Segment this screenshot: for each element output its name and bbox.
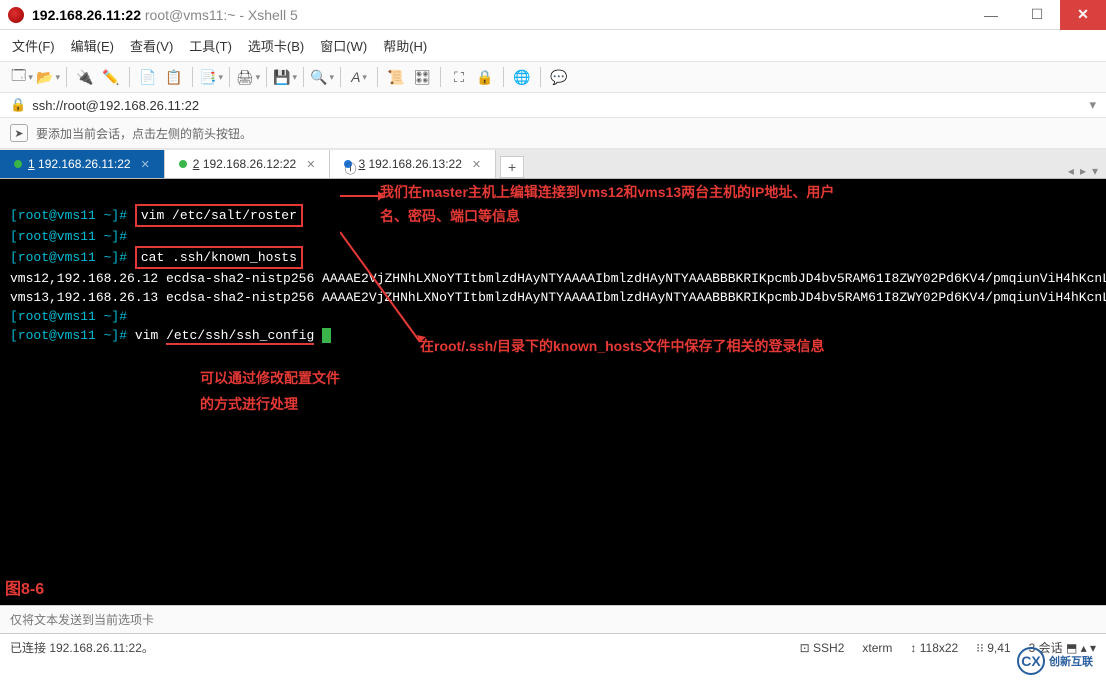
watermark-logo: CX 创新互联 <box>1010 643 1100 679</box>
new-session-icon[interactable]: 🗔 <box>10 66 34 88</box>
title-rest: root@vms11:~ - Xshell 5 <box>141 7 298 23</box>
hint-bar: ➤ 要添加当前会话，点击左侧的箭头按钮。 <box>0 118 1106 149</box>
properties-icon[interactable]: 📄 <box>136 66 160 88</box>
reconnect-icon[interactable]: 🔌 <box>73 66 97 88</box>
menu-help[interactable]: 帮助(H) <box>383 36 427 55</box>
arrow-icon <box>340 189 384 203</box>
tab1-idx: 1 <box>28 157 35 171</box>
dashboard-icon[interactable]: 🎛 <box>410 66 434 88</box>
close-button[interactable]: ✕ <box>1060 0 1106 30</box>
highlighted-command: vim /etc/salt/roster <box>135 204 303 227</box>
prompt: [root@vms11 ~]# <box>10 229 127 244</box>
tab-prev-icon[interactable]: ◂ <box>1068 164 1074 178</box>
menu-view[interactable]: 查看(V) <box>130 36 173 55</box>
globe-icon[interactable]: 🌐 <box>510 66 534 88</box>
menu-tools[interactable]: 工具(T) <box>189 36 232 55</box>
terminal[interactable]: [root@vms11 ~]# vim /etc/salt/roster [ro… <box>0 179 1106 605</box>
annotation-3-line2: 的方式进行处理 <box>200 395 298 414</box>
tab-2[interactable]: 2 192.168.26.12:22 ✕ <box>165 150 331 178</box>
tab2-label: 192.168.26.12:22 <box>203 157 296 171</box>
tab2-close-icon[interactable]: ✕ <box>306 158 315 171</box>
tab3-label: 192.168.26.13:22 <box>368 157 461 171</box>
status-cursor-pos: 9,41 <box>987 641 1010 655</box>
status-connection: 已连接 192.168.26.11:22。 <box>10 639 154 656</box>
lock-icon[interactable]: 🔒 <box>473 66 497 88</box>
find-icon[interactable]: 🔍 <box>310 66 334 88</box>
figure-label: 图8-6 <box>5 580 44 599</box>
annotation-1-line1: 我们在master主机上编辑连接到vms12和vms13两台主机的IP地址、用户 <box>380 183 834 202</box>
menu-window[interactable]: 窗口(W) <box>320 36 367 55</box>
minimize-button[interactable]: — <box>968 0 1014 30</box>
address-dropdown-icon[interactable]: ▾ <box>1089 97 1096 113</box>
annotation-3-line1: 可以通过修改配置文件 <box>200 369 340 388</box>
menu-tabs[interactable]: 选项卡(B) <box>248 36 304 55</box>
tab-bar: 1 192.168.26.11:22 ✕ 2 192.168.26.12:22 … <box>0 149 1106 179</box>
save-icon[interactable]: 💾 <box>273 66 297 88</box>
add-session-hint-icon[interactable]: ➤ <box>10 124 28 142</box>
address-bar[interactable]: 🔒 ssh://root@192.168.26.11:22 ▾ <box>0 93 1106 118</box>
logo-circle-icon: CX <box>1017 647 1045 675</box>
status-protocol: SSH2 <box>813 641 844 655</box>
toolbar: 🗔 📂 🔌 ✏️ 📄 📋 📑 🖨 💾 🔍 A 📜 🎛 ⛶ 🔒 🌐 💬 <box>0 62 1106 93</box>
hint-text: 要添加当前会话，点击左侧的箭头按钮。 <box>36 125 252 142</box>
tab-menu-icon[interactable]: ▾ <box>1092 164 1098 178</box>
tab3-idx: 3 <box>358 157 365 171</box>
add-tab-button[interactable]: + <box>500 156 524 178</box>
terminal-output: vms12,192.168.26.12 ecdsa-sha2-nistp256 … <box>10 271 1106 286</box>
copy-icon[interactable]: 📑 <box>199 66 223 88</box>
print-icon[interactable]: 🖨 <box>236 66 260 88</box>
chat-icon[interactable]: 💬 <box>547 66 571 88</box>
status-size-icon: ↕ <box>910 641 916 655</box>
menubar: 文件(F) 编辑(E) 查看(V) 工具(T) 选项卡(B) 窗口(W) 帮助(… <box>0 30 1106 62</box>
logo-text: 创新互联 <box>1049 653 1093 669</box>
titlebar: 192.168.26.11:22 root@vms11:~ - Xshell 5… <box>0 0 1106 30</box>
tab3-close-icon[interactable]: ✕ <box>472 158 481 171</box>
tab1-close-icon[interactable]: ✕ <box>141 158 150 171</box>
tab-1[interactable]: 1 192.168.26.11:22 ✕ <box>0 150 165 178</box>
annotation-1-line2: 名、密码、端口等信息 <box>380 207 520 226</box>
underlined-path: /etc/ssh/ssh_config <box>166 328 314 345</box>
cmd-prefix: vim <box>135 328 166 343</box>
status-cursor-icon: ⁝⁝ <box>976 641 984 655</box>
arrow-icon <box>340 227 640 347</box>
tab-status-info-icon: ⓘ <box>344 160 352 168</box>
compose-bar[interactable]: 仅将文本发送到当前选项卡 <box>0 605 1106 633</box>
prompt: [root@vms11 ~]# <box>10 328 127 343</box>
status-bar: 已连接 192.168.26.11:22。 ⊡ SSH2 xterm ↕ 118… <box>0 633 1106 661</box>
annotation-2: 在root/.ssh/目录下的known_hosts文件中保存了相关的登录信息 <box>420 337 824 356</box>
menu-file[interactable]: 文件(F) <box>12 36 55 55</box>
lock-small-icon: 🔒 <box>10 97 26 113</box>
app-icon <box>8 7 24 23</box>
tab2-idx: 2 <box>193 157 200 171</box>
cursor-icon <box>322 328 331 343</box>
menu-edit[interactable]: 编辑(E) <box>71 36 114 55</box>
address-text: ssh://root@192.168.26.11:22 <box>32 98 199 113</box>
status-proto-icon: ⊡ <box>800 641 810 655</box>
title-ip: 192.168.26.11:22 <box>32 7 141 23</box>
font-icon[interactable]: A <box>347 66 371 88</box>
maximize-button[interactable]: ☐ <box>1014 0 1060 30</box>
terminal-output: vms13,192.168.26.13 ecdsa-sha2-nistp256 … <box>10 290 1106 305</box>
edit-icon[interactable]: ✏️ <box>99 66 123 88</box>
window-title: 192.168.26.11:22 root@vms11:~ - Xshell 5 <box>32 7 298 23</box>
fullscreen-icon[interactable]: ⛶ <box>447 66 471 88</box>
prompt: [root@vms11 ~]# <box>10 208 127 223</box>
highlighted-command: cat .ssh/known_hosts <box>135 246 303 269</box>
status-winsize: 118x22 <box>920 641 958 655</box>
prompt: [root@vms11 ~]# <box>10 309 127 324</box>
tab-status-dot-icon <box>179 160 187 168</box>
prompt: [root@vms11 ~]# <box>10 250 127 265</box>
tab1-label: 192.168.26.11:22 <box>38 157 131 171</box>
tab-3[interactable]: ⓘ 3 192.168.26.13:22 ✕ <box>330 150 496 178</box>
tab-next-icon[interactable]: ▸ <box>1080 164 1086 178</box>
open-session-icon[interactable]: 📂 <box>36 66 60 88</box>
script-icon[interactable]: 📜 <box>384 66 408 88</box>
status-term-type: xterm <box>862 641 892 655</box>
tab-status-dot-icon <box>14 160 22 168</box>
clipboard-icon[interactable]: 📋 <box>162 66 186 88</box>
compose-placeholder: 仅将文本发送到当前选项卡 <box>10 613 154 627</box>
